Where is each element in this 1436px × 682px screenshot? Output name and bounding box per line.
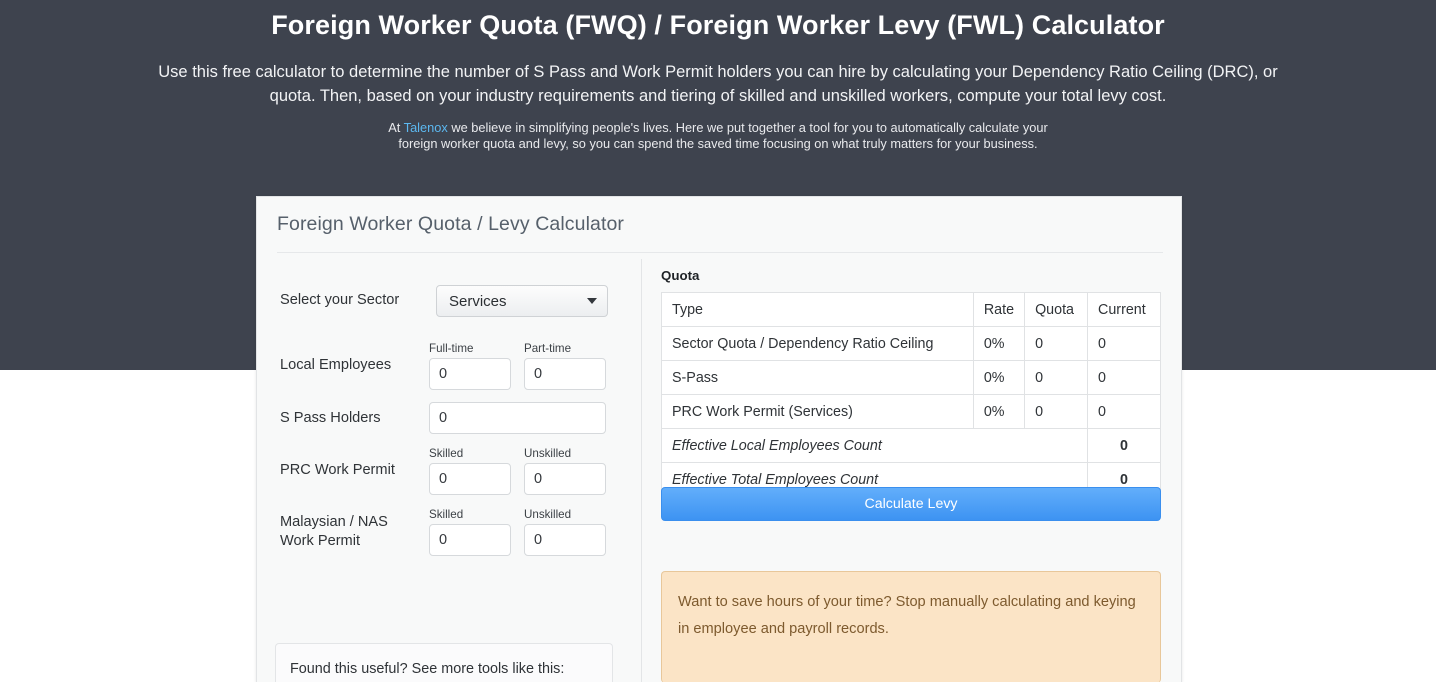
row-quota: 0 xyxy=(1025,327,1088,361)
s-pass-holders-input[interactable] xyxy=(429,402,606,434)
promo-alert: Want to save hours of your time? Stop ma… xyxy=(661,571,1161,682)
prc-unskilled-sublabel: Unskilled xyxy=(524,447,571,461)
column-header-type: Type xyxy=(662,293,974,327)
page-title: Foreign Worker Quota (FWQ) / Foreign Wor… xyxy=(0,8,1436,42)
sector-label: Select your Sector xyxy=(280,291,399,310)
prc-skilled-input[interactable] xyxy=(429,463,511,495)
quota-panel: Quota Type Rate Quota Current Sector Quo… xyxy=(661,259,1163,682)
column-header-rate: Rate xyxy=(973,293,1024,327)
calculator-card: Foreign Worker Quota / Levy Calculator S… xyxy=(256,196,1182,682)
local-parttime-input[interactable] xyxy=(524,358,606,390)
table-row: Effective Local Employees Count 0 xyxy=(662,429,1161,463)
row-quota: 0 xyxy=(1025,361,1088,395)
effective-local-label: Effective Local Employees Count xyxy=(662,429,1088,463)
table-row: S-Pass 0% 0 0 xyxy=(662,361,1161,395)
local-employees-label: Local Employees xyxy=(280,356,391,375)
hero-description: Use this free calculator to determine th… xyxy=(148,60,1288,108)
s-pass-holders-label: S Pass Holders xyxy=(280,409,381,428)
more-tools-box: Found this useful? See more tools like t… xyxy=(275,643,613,682)
quota-table: Type Rate Quota Current Sector Quota / D… xyxy=(661,292,1161,497)
input-form: Select your Sector Services Local Employ… xyxy=(257,259,641,682)
row-rate: 0% xyxy=(973,327,1024,361)
quota-heading: Quota xyxy=(661,268,699,283)
column-divider xyxy=(641,259,642,682)
column-header-quota: Quota xyxy=(1025,293,1088,327)
row-type: PRC Work Permit (Services) xyxy=(662,395,974,429)
table-row: PRC Work Permit (Services) 0% 0 0 xyxy=(662,395,1161,429)
local-fulltime-input[interactable] xyxy=(429,358,511,390)
effective-local-value: 0 xyxy=(1088,429,1161,463)
fulltime-sublabel: Full-time xyxy=(429,342,473,356)
column-header-current: Current xyxy=(1088,293,1161,327)
mal-skilled-input[interactable] xyxy=(429,524,511,556)
hero-subtext: At Talenox we believe in simplifying peo… xyxy=(368,120,1068,152)
row-quota: 0 xyxy=(1025,395,1088,429)
sector-select[interactable]: Services xyxy=(436,285,608,317)
row-current: 0 xyxy=(1088,361,1161,395)
more-tools-title: Found this useful? See more tools like t… xyxy=(290,661,564,677)
mal-unskilled-sublabel: Unskilled xyxy=(524,508,571,522)
row-type: S-Pass xyxy=(662,361,974,395)
row-rate: 0% xyxy=(973,361,1024,395)
sector-select-wrapper[interactable]: Services xyxy=(436,285,608,317)
row-current: 0 xyxy=(1088,327,1161,361)
row-type: Sector Quota / Dependency Ratio Ceiling xyxy=(662,327,974,361)
malaysian-nas-label: Malaysian / NAS Work Permit xyxy=(280,513,424,551)
mal-skilled-sublabel: Skilled xyxy=(429,508,463,522)
mal-unskilled-input[interactable] xyxy=(524,524,606,556)
prc-skilled-sublabel: Skilled xyxy=(429,447,463,461)
hero-subtext-after: we believe in simplifying people's lives… xyxy=(398,120,1047,151)
parttime-sublabel: Part-time xyxy=(524,342,571,356)
prc-unskilled-input[interactable] xyxy=(524,463,606,495)
prc-work-permit-label: PRC Work Permit xyxy=(280,461,395,480)
calculate-levy-button[interactable]: Calculate Levy xyxy=(661,487,1161,521)
card-title: Foreign Worker Quota / Levy Calculator xyxy=(277,213,1163,253)
promo-alert-text: Want to save hours of your time? Stop ma… xyxy=(678,589,1146,643)
row-rate: 0% xyxy=(973,395,1024,429)
table-row: Sector Quota / Dependency Ratio Ceiling … xyxy=(662,327,1161,361)
quota-table-header-row: Type Rate Quota Current xyxy=(662,293,1161,327)
row-current: 0 xyxy=(1088,395,1161,429)
talenox-link[interactable]: Talenox xyxy=(404,120,448,135)
hero-subtext-before: At xyxy=(388,120,403,135)
